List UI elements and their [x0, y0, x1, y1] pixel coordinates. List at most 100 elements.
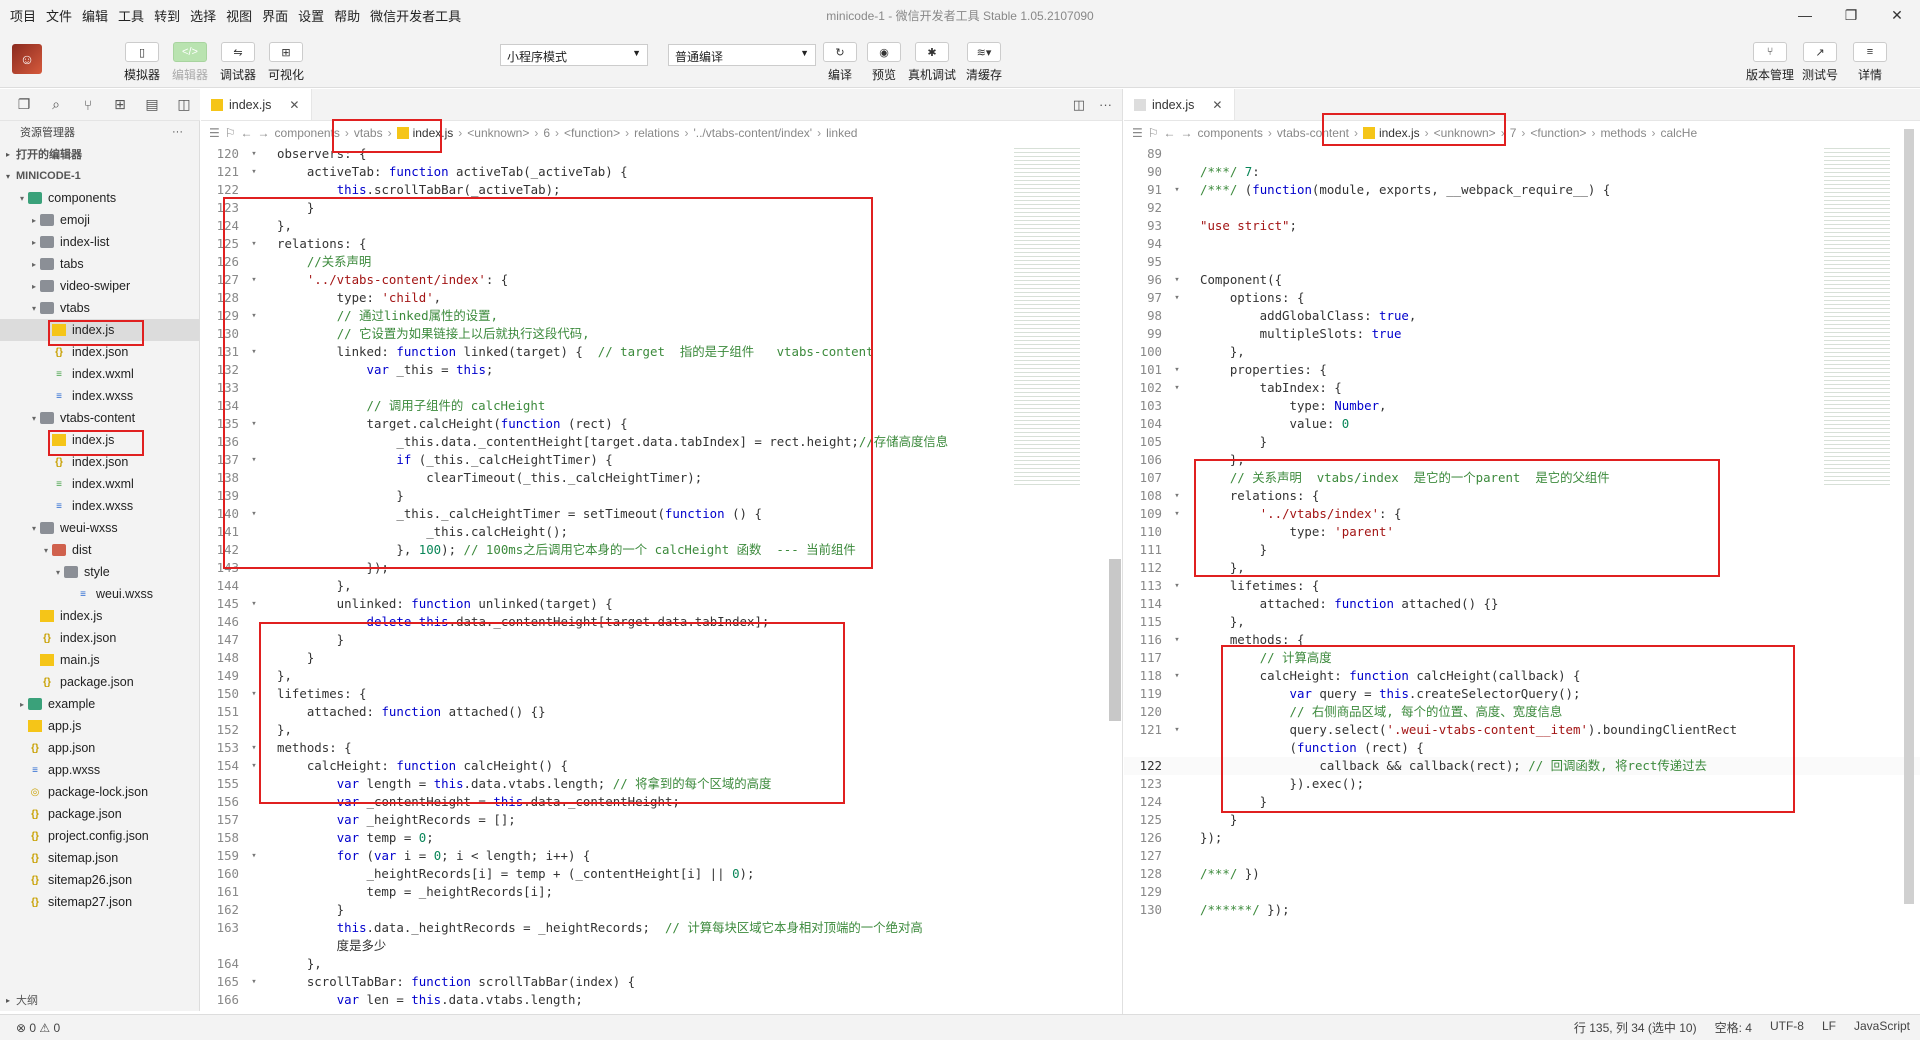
code-line[interactable]: 150 ▾ lifetimes: {: [201, 685, 1122, 703]
code-line[interactable]: (function (rect) {: [1124, 739, 1920, 757]
code-line[interactable]: 102 ▾ tabIndex: {: [1124, 379, 1920, 397]
back-icon[interactable]: ←: [241, 126, 253, 140]
fold-chevron-icon[interactable]: ▾: [1170, 361, 1184, 379]
files-icon[interactable]: ❐: [8, 96, 40, 113]
editor-button[interactable]: </> 编辑器: [168, 42, 212, 83]
tree-item[interactable]: ≡ index.wxss: [0, 495, 199, 517]
code-line[interactable]: 154 ▾ calcHeight: function calcHeight() {: [201, 757, 1122, 775]
code-line[interactable]: 132 var _this = this;: [201, 361, 1122, 379]
code-line[interactable]: 93 "use strict";: [1124, 217, 1920, 235]
tree-item[interactable]: {} app.json: [0, 737, 199, 759]
status-item[interactable]: 空格: 4: [1715, 1019, 1752, 1036]
breadcrumb-item[interactable]: <unknown>: [467, 126, 529, 140]
code-line[interactable]: 126});: [1124, 829, 1920, 847]
code-line[interactable]: 161 temp = _heightRecords[i];: [201, 883, 1122, 901]
code-line[interactable]: 125 ▾ relations: {: [201, 235, 1122, 253]
code-line[interactable]: 90 /***/ 7:: [1124, 163, 1920, 181]
fold-chevron-icon[interactable]: ▾: [247, 271, 261, 289]
code-line[interactable]: 114 attached: function attached() {}: [1124, 595, 1920, 613]
tree-item[interactable]: ▸ index-list: [0, 231, 199, 253]
tree-item[interactable]: index.js: [0, 605, 199, 627]
project-section[interactable]: ▾ MINICODE-1: [0, 165, 199, 187]
tree-item[interactable]: ▾ dist: [0, 539, 199, 561]
menu-item[interactable]: 视图: [226, 6, 252, 25]
code-line[interactable]: 157 var _heightRecords = [];: [201, 811, 1122, 829]
code-line[interactable]: 125 }: [1124, 811, 1920, 829]
fold-chevron-icon[interactable]: ▾: [1170, 181, 1184, 199]
code-line[interactable]: 144 },: [201, 577, 1122, 595]
code-line[interactable]: 98 addGlobalClass: true,: [1124, 307, 1920, 325]
code-line[interactable]: 121 ▾ activeTab: function activeTab(_acti…: [201, 163, 1122, 181]
left-code-area[interactable]: 120 ▾ observers: {121 ▾ activeTab: function…: [201, 145, 1122, 1009]
right-scrollbar[interactable]: [1904, 129, 1914, 904]
breadcrumb-item[interactable]: 6: [543, 126, 550, 140]
status-item[interactable]: 行 135, 列 34 (选中 10): [1574, 1019, 1697, 1036]
open-editors-section[interactable]: ▸ 打开的编辑器: [0, 143, 199, 165]
code-line[interactable]: 160 _heightRecords[i] = temp + (_content…: [201, 865, 1122, 883]
forward-icon[interactable]: →: [1181, 126, 1193, 140]
code-line[interactable]: 163 this.data._heightRecords = _heightRe…: [201, 919, 1122, 937]
tree-item[interactable]: {} sitemap.json: [0, 847, 199, 869]
mode-select[interactable]: 小程序模式 ▼: [500, 44, 648, 66]
tree-item[interactable]: ▸ example: [0, 693, 199, 715]
code-line[interactable]: 121 ▾ query.select('.weui-vtabs-content__…: [1124, 721, 1920, 739]
tree-item[interactable]: ≡ index.wxml: [0, 473, 199, 495]
code-line[interactable]: 129 ▾ // 通过linked属性的设置,: [201, 307, 1122, 325]
tab-index-js[interactable]: index.js ✕: [201, 89, 313, 120]
breadcrumb-item[interactable]: vtabs: [354, 126, 383, 140]
details-button[interactable]: ≡ 详情: [1848, 42, 1892, 83]
code-line[interactable]: 120 ▾ observers: {: [201, 145, 1122, 163]
fold-chevron-icon[interactable]: ▾: [1170, 289, 1184, 307]
code-line[interactable]: 129: [1124, 883, 1920, 901]
right-minimap[interactable]: [1824, 145, 1890, 485]
code-line[interactable]: 100 },: [1124, 343, 1920, 361]
menu-item[interactable]: 工具: [118, 6, 144, 25]
left-minimap[interactable]: [1014, 145, 1080, 485]
tree-item[interactable]: {} project.config.json: [0, 825, 199, 847]
more-icon[interactable]: ···: [1099, 97, 1112, 113]
breadcrumb-item[interactable]: calcHe: [1660, 126, 1697, 140]
breadcrumb-item[interactable]: components: [1198, 126, 1263, 140]
tree-item[interactable]: {} index.json: [0, 627, 199, 649]
menu-item[interactable]: 微信开发者工具: [370, 6, 461, 25]
code-line[interactable]: 153 ▾ methods: {: [201, 739, 1122, 757]
code-line[interactable]: 96 ▾ Component({: [1124, 271, 1920, 289]
code-line[interactable]: 152},: [201, 721, 1122, 739]
code-line[interactable]: 149},: [201, 667, 1122, 685]
code-line[interactable]: 134 // 调用子组件的 calcHeight: [201, 397, 1122, 415]
left-scrollbar[interactable]: [1109, 559, 1121, 721]
tree-item[interactable]: ▸ tabs: [0, 253, 199, 275]
tree-item[interactable]: ▾ vtabs: [0, 297, 199, 319]
bookmark-icon[interactable]: ⚐: [1148, 126, 1159, 140]
menu-item[interactable]: 选择: [190, 6, 216, 25]
tree-item[interactable]: ▾ weui-wxss: [0, 517, 199, 539]
code-line[interactable]: 137 ▾ if (_this._calcHeightTimer) {: [201, 451, 1122, 469]
code-line[interactable]: 116 ▾ methods: {: [1124, 631, 1920, 649]
code-line[interactable]: 127 ▾ '../vtabs-content/index': {: [201, 271, 1122, 289]
code-line[interactable]: 91 ▾ /***/ (function(module, exports, __we…: [1124, 181, 1920, 199]
list-icon[interactable]: ☰: [1132, 126, 1143, 140]
code-line[interactable]: 166 var len = this.data.vtabs.length;: [201, 991, 1122, 1009]
menu-item[interactable]: 设置: [298, 6, 324, 25]
fold-chevron-icon[interactable]: ▾: [247, 451, 261, 469]
code-line[interactable]: 159 ▾ for (var i = 0; i < length; i++) {: [201, 847, 1122, 865]
menu-item[interactable]: 文件: [46, 6, 72, 25]
compile-select[interactable]: 普通编译 ▼: [668, 44, 816, 66]
code-line[interactable]: 110 type: 'parent': [1124, 523, 1920, 541]
fold-chevron-icon[interactable]: ▾: [1170, 577, 1184, 595]
code-line[interactable]: 138 clearTimeout(_this._calcHeightTimer)…: [201, 469, 1122, 487]
code-line[interactable]: 108 ▾ relations: {: [1124, 487, 1920, 505]
code-line[interactable]: 122 this.scrollTabBar(_activeTab);: [201, 181, 1122, 199]
right-code-area[interactable]: 89 90 /***/ 7: 91 ▾ /***/ (function(module, e…: [1124, 145, 1920, 919]
preview-button[interactable]: ◉ 预览: [862, 42, 906, 83]
visualize-button[interactable]: ⊞ 可视化: [264, 42, 308, 83]
breadcrumb-item[interactable]: '../vtabs-content/index': [693, 126, 812, 140]
code-line[interactable]: 124},: [201, 217, 1122, 235]
menu-item[interactable]: 转到: [154, 6, 180, 25]
tree-item[interactable]: {} package.json: [0, 803, 199, 825]
version-control-button[interactable]: ⑂ 版本管理: [1746, 42, 1794, 83]
close-icon[interactable]: ✕: [289, 98, 299, 112]
code-line[interactable]: 118 ▾ calcHeight: function calcHeight(cal…: [1124, 667, 1920, 685]
code-line[interactable]: 101 ▾ properties: {: [1124, 361, 1920, 379]
breadcrumb-item[interactable]: methods: [1600, 126, 1646, 140]
